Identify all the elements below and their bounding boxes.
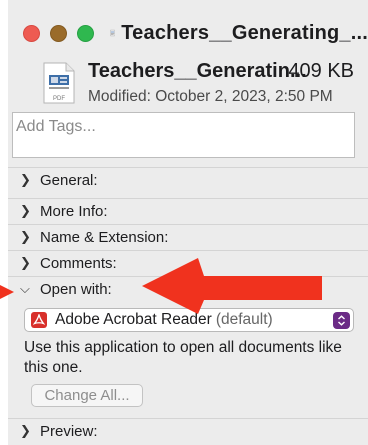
change-all-button[interactable]: Change All... [31,384,143,407]
minimize-button[interactable] [50,24,67,42]
section-open-with[interactable]: ⌵ Open with: [8,276,368,301]
get-info-window: Teachers__Generating_... PDF Teachers__G… [0,0,368,445]
open-with-description: Use this application to open all documen… [24,339,342,376]
close-button[interactable] [23,24,40,42]
document-icon [110,29,116,37]
window-controls [23,24,104,42]
pdf-file-icon: PDF [43,62,75,104]
app-name: Adobe Acrobat Reader [55,311,212,328]
section-more-info[interactable]: ❯ More Info: [8,198,368,223]
section-general[interactable]: ❯ General: [8,167,368,192]
pdf-badge: PDF [53,96,65,102]
section-general-label: General: [40,171,98,189]
file-size: 409 KB [288,60,354,82]
chevron-down-icon: ⌵ [20,281,30,296]
file-name: Teachers__Generatin... [88,60,307,82]
open-with-app-select[interactable]: Adobe Acrobat Reader (default) [24,308,354,332]
chevron-right-icon: ❯ [20,203,31,218]
section-open-with-label: Open with: [40,280,112,298]
left-margin [0,0,8,445]
section-name-extension-label: Name & Extension: [40,228,169,246]
chevron-right-icon: ❯ [20,423,31,438]
section-preview-label: Preview: [40,422,98,440]
section-name-extension[interactable]: ❯ Name & Extension: [8,224,368,249]
acrobat-icon [31,312,47,328]
modified-date: Modified: October 2, 2023, 2:50 PM [88,88,333,105]
popup-stepper-icon [333,312,350,329]
file-header: PDF Teachers__Generatin... 409 KB Modifi… [8,56,368,112]
chevron-right-icon: ❯ [20,229,31,244]
section-preview[interactable]: ❯ Preview: [8,418,368,443]
window-title: Teachers__Generating_... [121,21,368,44]
section-more-info-label: More Info: [40,202,108,220]
chevron-right-icon: ❯ [20,172,31,187]
default-label: (default) [215,311,273,328]
zoom-button[interactable] [77,24,94,42]
section-comments-label: Comments: [40,254,117,272]
section-comments[interactable]: ❯ Comments: [8,250,368,275]
tags-field[interactable]: Add Tags... [12,112,355,158]
chevron-right-icon: ❯ [20,255,31,270]
